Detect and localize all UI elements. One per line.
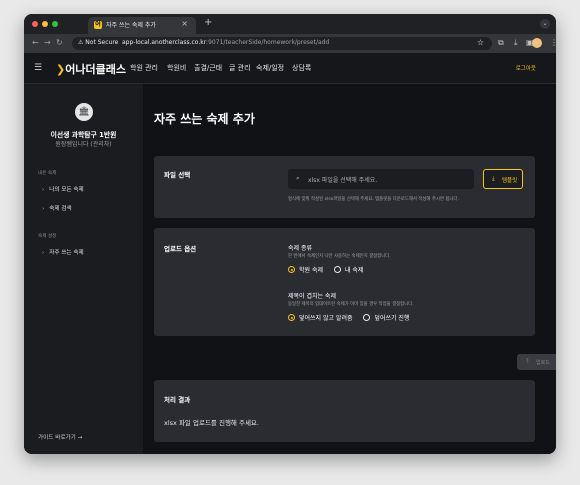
browser-tab[interactable]: 어 자주 쓰는 숙제 추가 × [88,17,196,34]
tab-title: 자주 쓰는 숙제 추가 [106,22,156,29]
guide-link[interactable]: 가이드 바로가기 → [38,433,82,441]
result-card: 처리 결과 xlsx 파일 업로드를 진행해 주세요. [154,380,535,442]
radio-academy-homework[interactable] [288,266,295,273]
browser-toolbar: ← → ↻ ⚠ Not Secure app-local.anotherclas… [24,34,556,53]
radio-label[interactable]: 내 숙제 [345,267,363,274]
download-icon: ⤓ [492,175,495,182]
org-name: 이선생 과학탐구 1반원 [50,131,117,139]
reload-icon[interactable]: ↻ [56,38,63,48]
sidebar-item-preset-homework[interactable]: › 자주 쓰는 숙제 [42,248,84,256]
browser-window: 어 자주 쓰는 숙제 추가 × + ⌄ ← → ↻ ⚠ Not Secure a… [24,14,556,454]
result-message: xlsx 파일 업로드를 진행해 주세요. [164,419,259,427]
upload-options-card: 업로드 옵션 숙제 종류 한 번에서 숙제인지 나만 사용하는 숙제인지 결정합… [154,228,535,336]
star-icon[interactable]: ☆ [477,38,484,47]
radio-label[interactable]: 덮어쓰지 않고 알려줌 [299,315,353,322]
upload-button[interactable]: ⤒ 업로드 [517,354,556,370]
sidebar-item-search-homework[interactable]: › 숙제 검색 [42,204,72,212]
sidebar-item-label: 숙제 검색 [49,206,72,212]
nav-posts[interactable]: 글 관리 [229,63,251,73]
sidebar: 🏛 이선생 과학탐구 1반원 원장쌤입니다 (관리자) 내은 숙제 › 나의 모든… [24,84,143,454]
org-role: 원장쌤입니다 (관리자) [55,141,112,148]
sidebar-item-my-homework[interactable]: › 나의 모든 숙제 [42,185,84,193]
chevron-right-icon: › [42,187,45,193]
app-header: ☰ ❯어나더클래스 학원 관리 학원비 출결/근태 글 관리 숙제/일정 상담록… [24,53,556,84]
radio-label[interactable]: 덮어쓰기 진행 [374,315,409,322]
chevron-right-icon: › [42,206,45,212]
homework-type-hint: 한 번에서 숙제인지 나만 사용하는 숙제인지 결정합니다. [288,254,391,259]
nav-academy[interactable]: 학원 관리 [130,63,158,73]
maximize-window-button[interactable] [52,21,58,27]
tab-close-icon[interactable]: × [181,19,188,28]
menu-icon[interactable]: ⋮ [550,38,556,48]
file-input-placeholder: xlsx 파일을 선택해 주세요. [308,177,378,184]
radio-label[interactable]: 학원 숙제 [299,267,323,274]
radio-my-homework[interactable] [333,266,341,273]
hamburger-menu-icon[interactable]: ☰ [34,63,42,73]
upload-button-label: 업로드 [536,359,550,366]
back-icon[interactable]: ← [32,38,39,48]
logout-link[interactable]: 로그아웃 [516,64,536,72]
extensions-icon[interactable]: ⧉ [498,38,504,48]
institution-icon: 🏛 [75,103,93,121]
template-button-label: 템플릿 [502,178,518,184]
upload-icon: ⤒ [526,358,529,365]
file-select-label: 파일 선택 [164,171,191,179]
nav-counseling[interactable]: 상담록 [292,63,311,73]
nav-tuition[interactable]: 학원비 [167,63,186,73]
forward-icon[interactable]: → [44,38,51,48]
url-host: app-local.anotherclass.co.kr [122,39,207,46]
result-title: 처리 결과 [164,396,191,404]
app-logo[interactable]: ❯어나더클래스 [56,61,126,77]
main-content: 자주 쓰는 숙제 추가 파일 선택 ⌕ xlsx 파일을 선택해 주세요. ⤓ … [143,84,556,454]
security-label: Not Secure [85,39,119,46]
file-hint: 형식에 맞춰 작성된 xlsx파일을 선택해 주세요. 템플릿을 다운로드해서 … [288,197,459,202]
sidebar-item-label: 나의 모든 숙제 [49,187,84,193]
sidebar-section-title: 내은 숙제 [38,171,57,176]
chevron-right-icon: › [42,250,45,256]
file-select-card: 파일 선택 ⌕ xlsx 파일을 선택해 주세요. ⤓ 템플릿 형식에 맞춰 작… [154,156,535,218]
sidebar-item-label: 자주 쓰는 숙제 [49,250,84,256]
download-icon[interactable]: ⤓ [514,38,518,48]
radio-overwrite[interactable] [363,314,371,321]
security-indicator[interactable]: ⚠ Not Secure [78,39,118,46]
url-text: app-local.anotherclass.co.kr:9071/teache… [122,39,329,46]
sidebar-section-title: 숙제 설정 [38,234,57,239]
logo-text: 어나더클래스 [65,63,126,76]
address-bar[interactable]: ⚠ Not Secure app-local.anotherclass.co.k… [72,37,492,50]
file-input[interactable]: ⌕ xlsx 파일을 선택해 주세요. [288,169,474,189]
template-download-button[interactable]: ⤓ 템플릿 [483,169,523,189]
profile-icon[interactable] [532,38,542,48]
favicon-icon: 어 [94,21,102,29]
arrow-right-icon: → [77,435,83,441]
new-tab-icon[interactable]: + [204,18,212,28]
minimize-window-button[interactable] [42,21,48,27]
search-icon: ⌕ [296,174,300,182]
tab-search-icon[interactable]: ⌄ [540,19,550,29]
page-title: 자주 쓰는 숙제 추가 [154,112,255,126]
duplicate-radio-group: 덮어쓰지 않고 알려줌 덮어쓰기 진행 [288,313,418,323]
guide-link-label: 가이드 바로가기 [38,435,76,441]
close-window-button[interactable] [32,21,38,27]
nav-attendance[interactable]: 출결/근태 [194,63,222,73]
homework-type-radio-group: 학원 숙제 내 숙제 [288,265,372,275]
nav-homework[interactable]: 숙제/일정 [256,63,284,73]
upload-options-label: 업로드 옵션 [164,245,197,253]
radio-no-overwrite[interactable] [288,314,295,321]
url-path: :9071/teacherSide/homework/preset/add [206,39,330,46]
homework-type-title: 숙제 종류 [288,245,312,252]
duplicate-title: 제목이 겹치는 숙제 [288,293,336,300]
tab-bar: 어 자주 쓰는 숙제 추가 × + ⌄ [24,14,556,34]
duplicate-hint: 동일한 제목의 업데이트된 숙제가 이미 있을 경우 작업을 결정합니다. [288,302,414,307]
